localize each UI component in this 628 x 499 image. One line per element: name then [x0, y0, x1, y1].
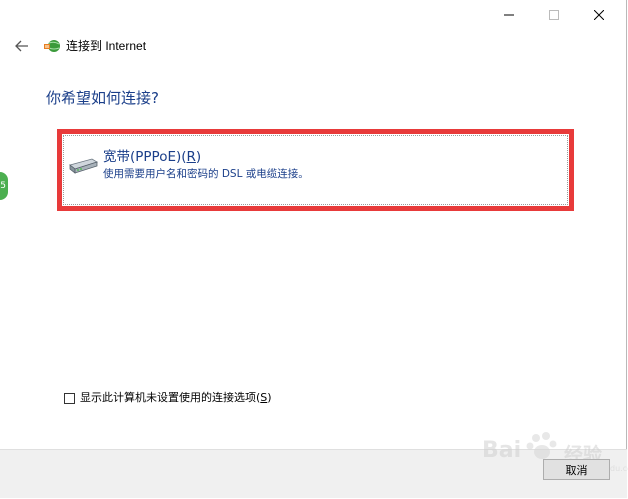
page-heading: 你希望如何连接?: [46, 89, 159, 107]
option-focus-outline: 宽带(PPPoE)(R) 使用需要用户名和密码的 DSL 或电缆连接。: [63, 135, 568, 205]
window-title: 连接到 Internet: [66, 39, 147, 53]
show-unsetup-options-checkbox[interactable]: [64, 392, 75, 404]
minimize-button[interactable]: [486, 0, 532, 30]
cancel-button[interactable]: 取消: [543, 459, 610, 480]
option-title-prefix: 宽带(PPPoE)(: [103, 149, 187, 165]
title-bar: [0, 0, 627, 30]
option-title-suffix: ): [195, 149, 202, 165]
checkbox-label: 显示此计算机未设置使用的连接选项(S): [80, 391, 272, 405]
option-title: 宽带(PPPoE)(R): [103, 148, 201, 166]
modem-icon: [69, 158, 98, 174]
watermark-brand: Bai: [482, 438, 522, 463]
option-description: 使用需要用户名和密码的 DSL 或电缆连接。: [103, 168, 309, 180]
checkbox-label-prefix: 显示此计算机未设置使用的连接选项(: [80, 391, 261, 404]
side-tab: 5: [0, 172, 8, 200]
minimize-icon: [504, 14, 514, 16]
show-unsetup-options-row[interactable]: 显示此计算机未设置使用的连接选项(S): [64, 391, 272, 405]
network-globe-icon: [44, 40, 60, 52]
back-arrow-icon: [15, 40, 28, 52]
checkbox-label-suffix: ): [267, 391, 272, 404]
maximize-icon: [549, 10, 559, 20]
broadband-pppoe-option[interactable]: 宽带(PPPoE)(R) 使用需要用户名和密码的 DSL 或电缆连接。: [57, 129, 574, 211]
option-title-hotkey: R: [186, 149, 196, 165]
maximize-button[interactable]: [531, 0, 577, 30]
close-button[interactable]: [576, 0, 622, 30]
back-button[interactable]: [12, 38, 32, 54]
close-icon: [594, 10, 604, 20]
connect-to-internet-window: 连接到 Internet 你希望如何连接? 宽带(PPPoE)(R) 使用需要用…: [0, 0, 628, 498]
